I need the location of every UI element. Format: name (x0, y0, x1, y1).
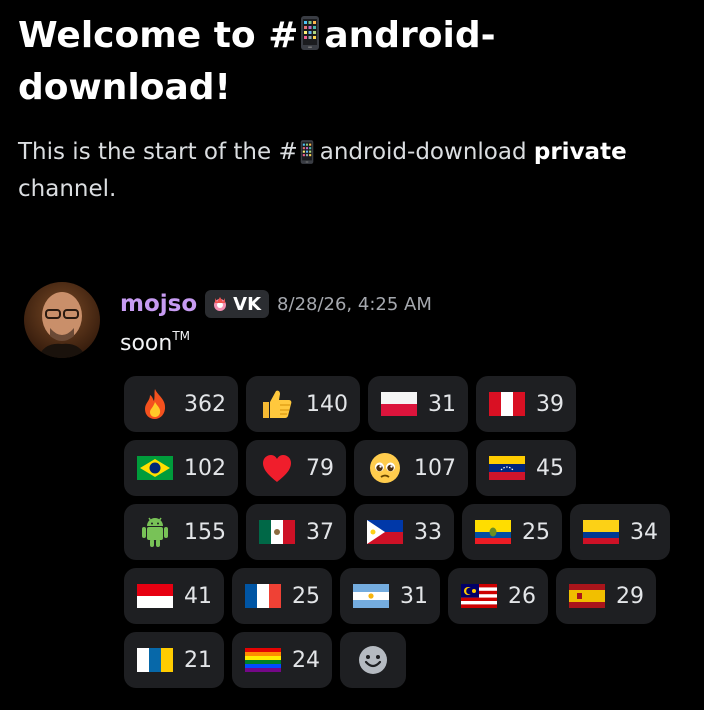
android-robot-icon (136, 517, 174, 547)
reaction-flag-colombia[interactable]: 34 (570, 504, 670, 560)
server-tag[interactable]: VK (205, 290, 270, 318)
add-reaction-icon (354, 645, 392, 675)
reaction-count: 29 (616, 583, 644, 609)
reaction-flag-france[interactable]: 25 (232, 568, 332, 624)
reaction-flag-argentina[interactable]: 31 (340, 568, 440, 624)
channel-intro-text: This is the start of the # android-downlo… (18, 134, 698, 208)
fire-icon (136, 389, 174, 419)
flag-argentina-icon (352, 581, 390, 611)
reaction-flag-venezuela[interactable]: 45 (476, 440, 576, 496)
mobile-phone-icon (300, 139, 314, 165)
flag-france-icon (244, 581, 282, 611)
reaction-count: 39 (536, 391, 564, 417)
reaction-flag-brazil[interactable]: 102 (124, 440, 238, 496)
reaction-count: 24 (292, 647, 320, 673)
thumbs-up-icon (258, 389, 296, 419)
message-header: mojso VK 8/28/26, 4:25 AM (120, 287, 432, 321)
add-reaction-button[interactable] (340, 632, 406, 688)
reaction-flag-philippines[interactable]: 33 (354, 504, 454, 560)
flag-canary-islands-icon (136, 645, 174, 675)
reaction-count: 31 (428, 391, 456, 417)
flag-rainbow-icon (244, 645, 282, 675)
reaction-count: 155 (184, 519, 226, 545)
flag-peru-icon (488, 389, 526, 419)
reaction-android-robot[interactable]: 155 (124, 504, 238, 560)
reaction-count: 31 (400, 583, 428, 609)
flag-indonesia-icon (136, 581, 174, 611)
reaction-count: 107 (414, 455, 456, 481)
welcome-channel-name: android- (324, 15, 496, 56)
reaction-flag-malaysia[interactable]: 26 (448, 568, 548, 624)
mobile-phone-icon (300, 15, 320, 51)
channel-welcome-title: Welcome to # android-download! (18, 10, 698, 114)
intro-private-label: private (533, 139, 627, 165)
reaction-count: 37 (306, 519, 334, 545)
reaction-count: 41 (184, 583, 212, 609)
welcome-prefix: Welcome to # (18, 15, 299, 56)
flag-venezuela-icon (488, 453, 526, 483)
server-tag-label: VK (233, 293, 262, 315)
message-content: soonTM (120, 329, 190, 356)
reaction-count: 26 (508, 583, 536, 609)
reaction-count: 79 (306, 455, 334, 481)
intro-suffix: channel. (18, 176, 117, 202)
welcome-channel-name-2: download! (18, 67, 231, 108)
reaction-count: 140 (306, 391, 348, 417)
reaction-count: 34 (630, 519, 658, 545)
red-heart-icon (258, 453, 296, 483)
intro-prefix: This is the start of the # (18, 139, 298, 165)
reaction-flag-poland[interactable]: 31 (368, 376, 468, 432)
reaction-count: 102 (184, 455, 226, 481)
flag-brazil-icon (136, 453, 174, 483)
reaction-flag-canary-islands[interactable]: 21 (124, 632, 224, 688)
reaction-flag-spain[interactable]: 29 (556, 568, 656, 624)
flag-colombia-icon (582, 517, 620, 547)
reaction-count: 25 (522, 519, 550, 545)
reaction-count: 21 (184, 647, 212, 673)
flag-ecuador-icon (474, 517, 512, 547)
message-timestamp: 8/28/26, 4:25 AM (277, 293, 432, 315)
reactions-bar: 362 140 31 39 102 79 107 45 155 37 33 25… (124, 376, 704, 696)
reaction-pleading-face[interactable]: 107 (354, 440, 468, 496)
flag-malaysia-icon (460, 581, 498, 611)
message-text: soon (120, 331, 173, 356)
reaction-flag-ecuador[interactable]: 25 (462, 504, 562, 560)
flower-tag-icon (214, 297, 227, 311)
message-text-sup: TM (172, 329, 191, 343)
reaction-count: 33 (414, 519, 442, 545)
author-name[interactable]: mojso (120, 291, 197, 317)
reaction-thumbs-up[interactable]: 140 (246, 376, 360, 432)
reaction-red-heart[interactable]: 79 (246, 440, 346, 496)
reaction-flag-rainbow[interactable]: 24 (232, 632, 332, 688)
flag-spain-icon (568, 581, 606, 611)
reaction-flag-peru[interactable]: 39 (476, 376, 576, 432)
flag-poland-icon (380, 389, 418, 419)
reaction-count: 362 (184, 391, 226, 417)
avatar[interactable] (24, 282, 100, 358)
reaction-fire[interactable]: 362 (124, 376, 238, 432)
reaction-count: 25 (292, 583, 320, 609)
flag-mexico-icon (258, 517, 296, 547)
reaction-flag-indonesia[interactable]: 41 (124, 568, 224, 624)
reaction-count: 45 (536, 455, 564, 481)
intro-channel-name: android-download (319, 139, 527, 165)
pleading-face-icon (366, 453, 404, 483)
reaction-flag-mexico[interactable]: 37 (246, 504, 346, 560)
flag-philippines-icon (366, 517, 404, 547)
